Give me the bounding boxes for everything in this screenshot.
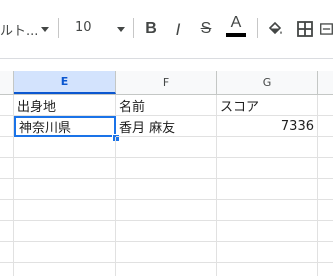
font-family-value: ルト...	[0, 24, 39, 39]
italic-icon: I	[175, 19, 181, 39]
font-size-value: 10	[75, 20, 92, 35]
empty-cell[interactable]	[217, 200, 318, 221]
cell-h1[interactable]	[318, 95, 333, 116]
toolbar-divider	[58, 18, 59, 38]
empty-cell[interactable]	[14, 242, 116, 263]
row-gutter[interactable]	[0, 137, 14, 158]
cell-f1[interactable]: 名前	[116, 95, 217, 116]
column-header-g[interactable]: G	[217, 71, 318, 94]
empty-cell[interactable]	[14, 158, 116, 179]
empty-cell[interactable]	[116, 242, 217, 263]
empty-cell[interactable]	[318, 137, 333, 158]
row-gutter[interactable]	[0, 263, 14, 276]
empty-cell[interactable]	[116, 179, 217, 200]
bold-button[interactable]: B	[139, 17, 163, 41]
text-color-icon: A	[230, 14, 242, 31]
empty-cell[interactable]	[217, 242, 318, 263]
row-gutter[interactable]	[0, 221, 14, 242]
empty-cell[interactable]	[318, 242, 333, 263]
merge-icon	[320, 23, 333, 35]
empty-cell[interactable]	[14, 263, 116, 276]
row-gutter[interactable]	[0, 242, 14, 263]
empty-cell[interactable]	[318, 200, 333, 221]
row-header-corner[interactable]	[0, 71, 14, 94]
empty-cell[interactable]	[116, 221, 217, 242]
empty-cell[interactable]	[14, 137, 116, 158]
column-header-row: E F G	[0, 71, 333, 95]
row-gutter[interactable]	[0, 179, 14, 200]
cell-e1[interactable]: 出身地	[14, 95, 116, 116]
column-header-f[interactable]: F	[116, 71, 217, 94]
merge-cells-button[interactable]	[320, 17, 333, 41]
borders-icon	[297, 21, 313, 37]
font-family-select[interactable]: ルト...	[0, 20, 38, 39]
empty-cell[interactable]	[217, 158, 318, 179]
fill-color-button[interactable]	[263, 17, 287, 41]
row-gutter[interactable]	[0, 158, 14, 179]
strikethrough-icon: S	[200, 20, 212, 37]
text-color-swatch	[226, 33, 246, 37]
cell-g2[interactable]: 7336	[217, 116, 318, 137]
empty-cell[interactable]	[318, 179, 333, 200]
font-size-dropdown-arrow-icon[interactable]	[117, 27, 125, 32]
column-header-e[interactable]: E	[14, 71, 116, 94]
font-dropdown-arrow-icon[interactable]	[41, 27, 49, 32]
row-gutter[interactable]	[0, 95, 14, 116]
empty-cell[interactable]	[318, 158, 333, 179]
empty-cell[interactable]	[217, 263, 318, 276]
empty-cell[interactable]	[116, 200, 217, 221]
italic-button[interactable]: I	[166, 17, 190, 41]
empty-cell[interactable]	[116, 137, 217, 158]
empty-cell[interactable]	[14, 221, 116, 242]
empty-cell[interactable]	[14, 179, 116, 200]
toolbar-divider	[257, 18, 258, 38]
cell-h2[interactable]	[318, 116, 333, 137]
cell-e2-active[interactable]: 神奈川県	[14, 116, 116, 137]
font-size-select[interactable]: 10	[75, 20, 92, 35]
empty-cell[interactable]	[217, 221, 318, 242]
fill-color-icon	[268, 21, 282, 35]
toolbar-divider	[133, 18, 134, 38]
cell-g1[interactable]: スコア	[217, 95, 318, 116]
row-gutter[interactable]	[0, 200, 14, 221]
bold-icon: B	[145, 20, 157, 37]
empty-cell[interactable]	[318, 263, 333, 276]
spreadsheet-app: ルト... 10 B I S A E F G 出身地 名前 スコア 神奈川県 香…	[0, 0, 333, 276]
empty-cell[interactable]	[217, 179, 318, 200]
empty-cell[interactable]	[217, 137, 318, 158]
column-header-partial[interactable]	[318, 71, 333, 94]
row-gutter[interactable]	[0, 116, 14, 137]
empty-cell[interactable]	[318, 221, 333, 242]
empty-cell[interactable]	[14, 200, 116, 221]
strikethrough-button[interactable]: S	[194, 17, 218, 41]
text-color-button[interactable]: A	[224, 14, 248, 38]
toolbar: ルト... 10 B I S A	[0, 0, 333, 59]
sheet-grid: E F G 出身地 名前 スコア 神奈川県 香月 麻友 7336	[0, 71, 333, 276]
cell-f2[interactable]: 香月 麻友	[116, 116, 217, 137]
empty-cell[interactable]	[116, 158, 217, 179]
borders-button[interactable]	[293, 17, 317, 41]
empty-cell[interactable]	[116, 263, 217, 276]
